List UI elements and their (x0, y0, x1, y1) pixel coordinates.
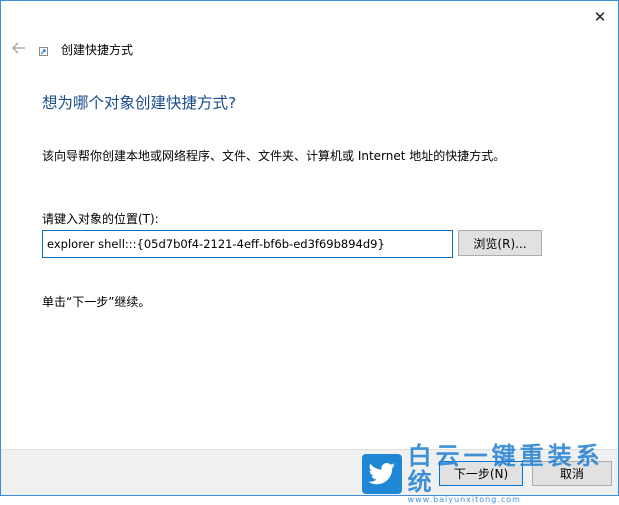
location-label: 请键入对象的位置(T): (42, 212, 159, 226)
wizard-title-row: 创建快捷方式 (39, 41, 133, 58)
back-arrow-icon (12, 42, 25, 54)
browse-button[interactable]: 浏览(R)... (458, 230, 542, 256)
cancel-button[interactable]: 取消 (532, 461, 612, 486)
wizard-title: 创建快捷方式 (61, 43, 134, 57)
close-button[interactable]: ✕ (590, 7, 610, 27)
close-icon: ✕ (593, 8, 607, 26)
button-bar: 下一步(N) 取消 (1, 449, 618, 495)
location-input[interactable] (42, 230, 453, 258)
back-button[interactable] (11, 40, 27, 56)
page-heading: 想为哪个对象创建快捷方式? (42, 94, 237, 112)
wizard-description: 该向导帮你创建本地或网络程序、文件、文件夹、计算机或 Internet 地址的快… (42, 149, 506, 163)
create-shortcut-window: ✕ 创建快捷方式 想为哪个对象创建快捷方式? 该向导帮你创建本地或网络程序、文件… (0, 0, 619, 496)
shortcut-icon (39, 45, 48, 56)
continue-hint: 单击“下一步”继续。 (42, 295, 151, 309)
next-button[interactable]: 下一步(N) (439, 461, 523, 486)
watermark-url: www.baiyunxitong.com (407, 494, 521, 504)
